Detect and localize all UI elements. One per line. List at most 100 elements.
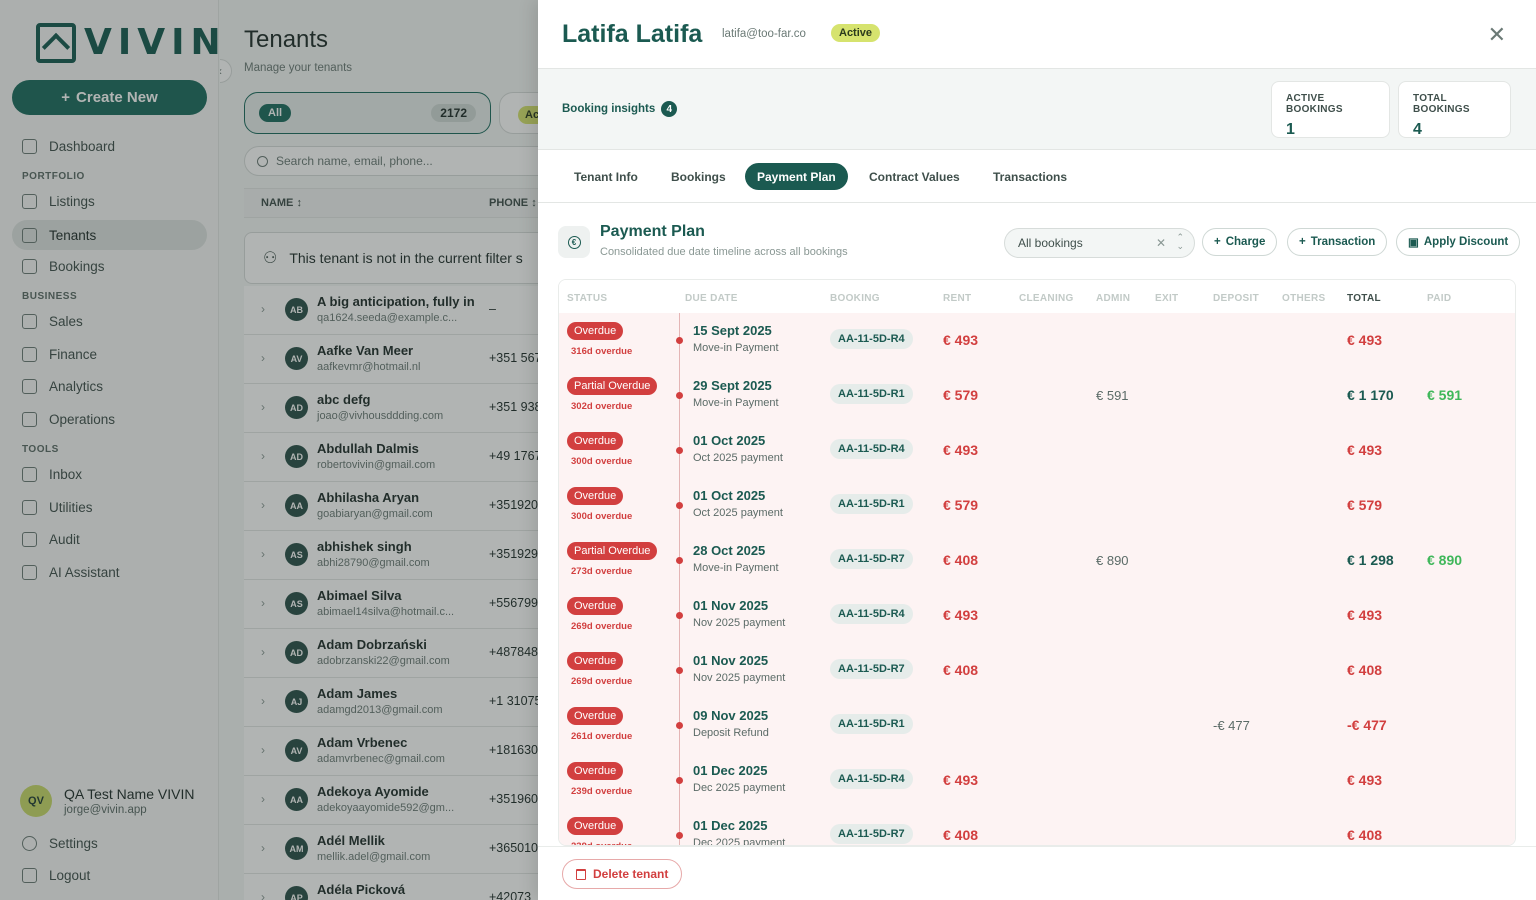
overdue-days: 269d overdue (571, 676, 633, 687)
timeline-dot (676, 337, 683, 344)
status-badge: Overdue (567, 487, 624, 505)
payment-row[interactable]: Overdue 261d overdue 09 Nov 2025 Deposit Re… (559, 698, 1515, 753)
tab-contract-values[interactable]: Contract Values (857, 163, 972, 190)
tab-bookings[interactable]: Bookings (659, 163, 738, 190)
total-amount: € 493 (1347, 772, 1383, 788)
status-badge: Overdue (567, 707, 624, 725)
rent-amount: € 493 (943, 772, 979, 788)
active-bookings-value: 1 (1286, 121, 1295, 138)
due-description: Oct 2025 payment (693, 452, 783, 464)
timeline-line (679, 808, 680, 845)
booking-filter-select[interactable]: All bookings ✕ ⌃ ⌄ (1004, 228, 1195, 258)
timeline-dot (676, 777, 683, 784)
tab-tenant-info[interactable]: Tenant Info (562, 163, 650, 190)
payment-plan-rows: Overdue 316d overdue 15 Sept 2025 Move-in P… (559, 313, 1515, 845)
total-amount: € 493 (1347, 332, 1383, 348)
due-description: Nov 2025 payment (693, 672, 786, 684)
overdue-days: 261d overdue (571, 731, 633, 742)
col-admin: ADMIN (1096, 293, 1131, 304)
due-date: 01 Dec 2025 (693, 763, 768, 778)
paid-amount: € 591 (1427, 387, 1463, 403)
rent-amount: € 408 (943, 552, 979, 568)
apply-discount-button[interactable]: ▣ Apply Discount (1396, 228, 1521, 256)
payment-row[interactable]: Overdue 269d overdue 01 Nov 2025 Nov 2025 p… (559, 643, 1515, 698)
total-amount: € 1 298 (1347, 552, 1394, 568)
payment-row[interactable]: Overdue 239d overdue 01 Dec 2025 Dec 2025 p… (559, 753, 1515, 808)
booking-code[interactable]: AA-11-5D-R4 (830, 769, 913, 789)
booking-code[interactable]: AA-11-5D-R7 (830, 824, 913, 844)
due-date: 09 Nov 2025 (693, 708, 769, 723)
modal-overlay[interactable] (0, 0, 538, 900)
clear-icon[interactable]: ✕ (1156, 236, 1166, 250)
total-bookings-card: TOTAL BOOKINGS 4 (1398, 81, 1511, 138)
timeline-dot (676, 832, 683, 839)
rent-amount: € 493 (943, 332, 979, 348)
status-badge: Overdue (567, 652, 624, 670)
due-date: 01 Oct 2025 (693, 488, 766, 503)
status-badge: Overdue (567, 597, 624, 615)
payment-row[interactable]: Overdue 300d overdue 01 Oct 2025 Oct 2025 p… (559, 478, 1515, 533)
booking-code[interactable]: AA-11-5D-R1 (830, 384, 913, 404)
tab-transactions[interactable]: Transactions (981, 163, 1079, 190)
due-date: 01 Nov 2025 (693, 653, 769, 668)
payment-row[interactable]: Overdue239d overdue01 Dec 2025Dec 2025 p… (559, 808, 1515, 845)
booking-code[interactable]: AA-11-5D-R1 (830, 714, 913, 734)
payment-row[interactable]: Overdue 300d overdue 01 Oct 2025 Oct 2025 p… (559, 423, 1515, 478)
total-amount: -€ 477 (1347, 717, 1387, 733)
euro-icon: € (558, 226, 590, 258)
overdue-days: 302d overdue (571, 401, 633, 412)
total-amount: € 408 (1347, 662, 1383, 678)
status-badge: Overdue (567, 817, 624, 835)
overdue-days: 273d overdue (571, 566, 633, 577)
timeline-dot (676, 667, 683, 674)
close-icon[interactable]: ✕ (1488, 22, 1506, 48)
active-bookings-card: ACTIVE BOOKINGS 1 (1271, 81, 1390, 138)
col-others: OTHERS (1282, 293, 1326, 304)
overdue-days: 316d overdue (571, 346, 633, 357)
payment-row[interactable]: Overdue 316d overdue 15 Sept 2025 Move-in P… (559, 313, 1515, 368)
booking-code[interactable]: AA-11-5D-R7 (830, 659, 913, 679)
admin-amount: € 591 (1096, 388, 1129, 403)
charge-label: Charge (1225, 236, 1266, 248)
payment-plan-title: Payment Plan (600, 223, 705, 240)
payment-row[interactable]: Overdue 269d overdue 01 Nov 2025 Nov 2025 p… (559, 588, 1515, 643)
due-description: Move-in Payment (693, 397, 779, 409)
rent-amount: € 579 (943, 387, 979, 403)
charge-button[interactable]: + Charge (1202, 228, 1278, 256)
due-description: Move-in Payment (693, 342, 779, 354)
booking-code[interactable]: AA-11-5D-R4 (830, 604, 913, 624)
booking-code[interactable]: AA-11-5D-R1 (830, 494, 913, 514)
booking-filter-value: All bookings (1018, 236, 1083, 250)
due-date: 29 Sept 2025 (693, 378, 772, 393)
booking-code[interactable]: AA-11-5D-R4 (830, 329, 913, 349)
payment-plan-subtitle: Consolidated due date timeline across al… (600, 246, 848, 258)
payment-row[interactable]: Partial Overdue 273d overdue 28 Oct 2025 Mo… (559, 533, 1515, 588)
booking-code[interactable]: AA-11-5D-R7 (830, 549, 913, 569)
total-amount: € 408 (1347, 827, 1383, 843)
rent-amount: € 493 (943, 442, 979, 458)
tab-payment-plan[interactable]: Payment Plan (745, 163, 848, 190)
total-bookings-label: TOTAL BOOKINGS (1413, 93, 1470, 115)
col-total: TOTAL (1347, 293, 1381, 304)
plus-icon: + (1299, 236, 1306, 248)
plus-icon: + (1214, 236, 1221, 248)
drawer-tabs: Tenant Info Bookings Payment Plan Contra… (538, 150, 1536, 203)
due-date: 28 Oct 2025 (693, 543, 766, 558)
due-description: Deposit Refund (693, 727, 769, 739)
col-exit: EXIT (1155, 293, 1179, 304)
payment-row[interactable]: Partial Overdue 302d overdue 29 Sept 2025 M… (559, 368, 1515, 423)
status-badge: Overdue (567, 762, 624, 780)
tenant-name: Latifa Latifa (562, 20, 703, 48)
due-description: Dec 2025 payment (693, 782, 786, 794)
booking-code[interactable]: AA-11-5D-R4 (830, 439, 913, 459)
apply-discount-label: Apply Discount (1423, 236, 1509, 248)
booking-insights-toggle[interactable]: Booking insights 4 (562, 101, 678, 117)
due-description: Oct 2025 payment (693, 507, 783, 519)
delete-tenant-button[interactable]: Delete tenant (562, 859, 683, 889)
total-amount: € 493 (1347, 442, 1383, 458)
tenant-drawer: Latifa Latifa latifa@too-far.co Active ✕… (538, 0, 1536, 900)
transaction-button[interactable]: + Transaction (1287, 228, 1388, 256)
overdue-days: 239d overdue (571, 786, 633, 797)
col-booking: BOOKING (830, 293, 880, 304)
timeline-dot (676, 447, 683, 454)
